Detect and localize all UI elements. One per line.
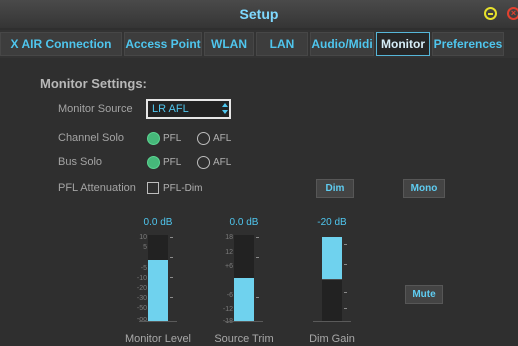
fader-rail <box>225 321 263 322</box>
fader-tick <box>344 244 347 245</box>
tab-wlan[interactable]: WLAN <box>204 32 254 56</box>
pfl-dim-checkbox[interactable] <box>147 182 159 194</box>
fader-tick <box>344 264 347 265</box>
bus-solo-pfl-radio[interactable] <box>147 156 160 169</box>
title-bar: Setup × <box>0 0 518 28</box>
channel-solo-afl-label: AFL <box>213 133 232 144</box>
bus-solo-label: Bus Solo <box>58 156 103 168</box>
fader-tick <box>344 292 347 293</box>
dim-button[interactable]: Dim <box>316 179 354 198</box>
channel-solo-pfl-label: PFL <box>163 133 182 144</box>
channel-solo-afl-radio[interactable] <box>197 132 210 145</box>
monitor-source-label: Monitor Source <box>58 103 133 115</box>
fader-tick <box>170 237 173 238</box>
fader-tick-label: -20 <box>136 285 147 292</box>
tab-lan[interactable]: LAN <box>256 32 308 56</box>
monitor-level-fader[interactable] <box>148 235 168 321</box>
fader-tick-label: 18 <box>225 234 233 241</box>
fader-tick-label: -5 <box>140 265 147 272</box>
pfl-attenuation-label: PFL Attenuation <box>58 182 136 194</box>
mute-button[interactable]: Mute <box>405 285 443 304</box>
fader-tick-label: 5 <box>143 244 147 251</box>
fader-divider <box>322 279 342 280</box>
dim-gain-label: Dim Gain <box>309 333 355 345</box>
bus-solo-afl-label: AFL <box>213 157 232 168</box>
monitor-level-label: Monitor Level <box>124 333 192 345</box>
channel-solo-pfl-radio[interactable] <box>147 132 160 145</box>
tab-bar: X AIR Connection Access Point WLAN LAN A… <box>0 30 518 58</box>
monitor-source-value: LR AFL <box>152 103 189 115</box>
fader-tick-label: -6 <box>226 292 233 299</box>
fader-tick <box>170 257 173 258</box>
fader-tick-label: -12 <box>222 306 233 313</box>
mono-button[interactable]: Mono <box>403 179 445 198</box>
source-trim-value: 0.0 dB <box>229 217 259 228</box>
tab-preferences[interactable]: Preferences <box>432 32 504 56</box>
fader-tick <box>256 237 259 238</box>
pfl-dim-label: PFL-Dim <box>163 183 203 194</box>
dim-gain-fill <box>322 237 342 279</box>
fader-tick-label: -10 <box>136 275 147 282</box>
monitor-source-select[interactable]: LR AFL <box>146 99 231 119</box>
monitor-level-fill <box>148 259 168 321</box>
fader-tick <box>170 277 173 278</box>
fader-tick <box>170 297 173 298</box>
fader-tick-label: -30 <box>136 295 147 302</box>
dim-gain-value: -20 dB <box>317 217 347 228</box>
fader-tick-label: 12 <box>225 249 233 256</box>
fader-tick-label: 10 <box>139 234 147 241</box>
bus-solo-afl-radio[interactable] <box>197 156 210 169</box>
fader-tick-label: -50 <box>136 305 147 312</box>
fader-tick <box>256 257 259 258</box>
source-trim-fader[interactable] <box>234 235 254 321</box>
monitor-level-value: 0.0 dB <box>143 217 173 228</box>
tab-monitor[interactable]: Monitor <box>376 32 430 56</box>
close-icon[interactable]: × <box>507 7 518 20</box>
bus-solo-pfl-label: PFL <box>163 157 182 168</box>
tab-x-air-connection[interactable]: X AIR Connection <box>0 32 122 56</box>
fader-rail <box>139 321 177 322</box>
fader-tick <box>344 308 347 309</box>
tab-access-point[interactable]: Access Point <box>124 32 202 56</box>
tab-audio-midi[interactable]: Audio/Midi <box>310 32 374 56</box>
window-title: Setup <box>239 6 279 22</box>
monitor-settings-heading: Monitor Settings: <box>40 76 147 91</box>
channel-solo-label: Channel Solo <box>58 132 125 144</box>
source-trim-fill <box>234 278 254 321</box>
minimize-icon[interactable] <box>484 7 497 20</box>
source-trim-label: Source Trim <box>214 333 274 345</box>
fader-rail <box>313 321 351 322</box>
fader-tick-label: +6 <box>225 263 233 270</box>
fader-tick <box>256 297 259 298</box>
